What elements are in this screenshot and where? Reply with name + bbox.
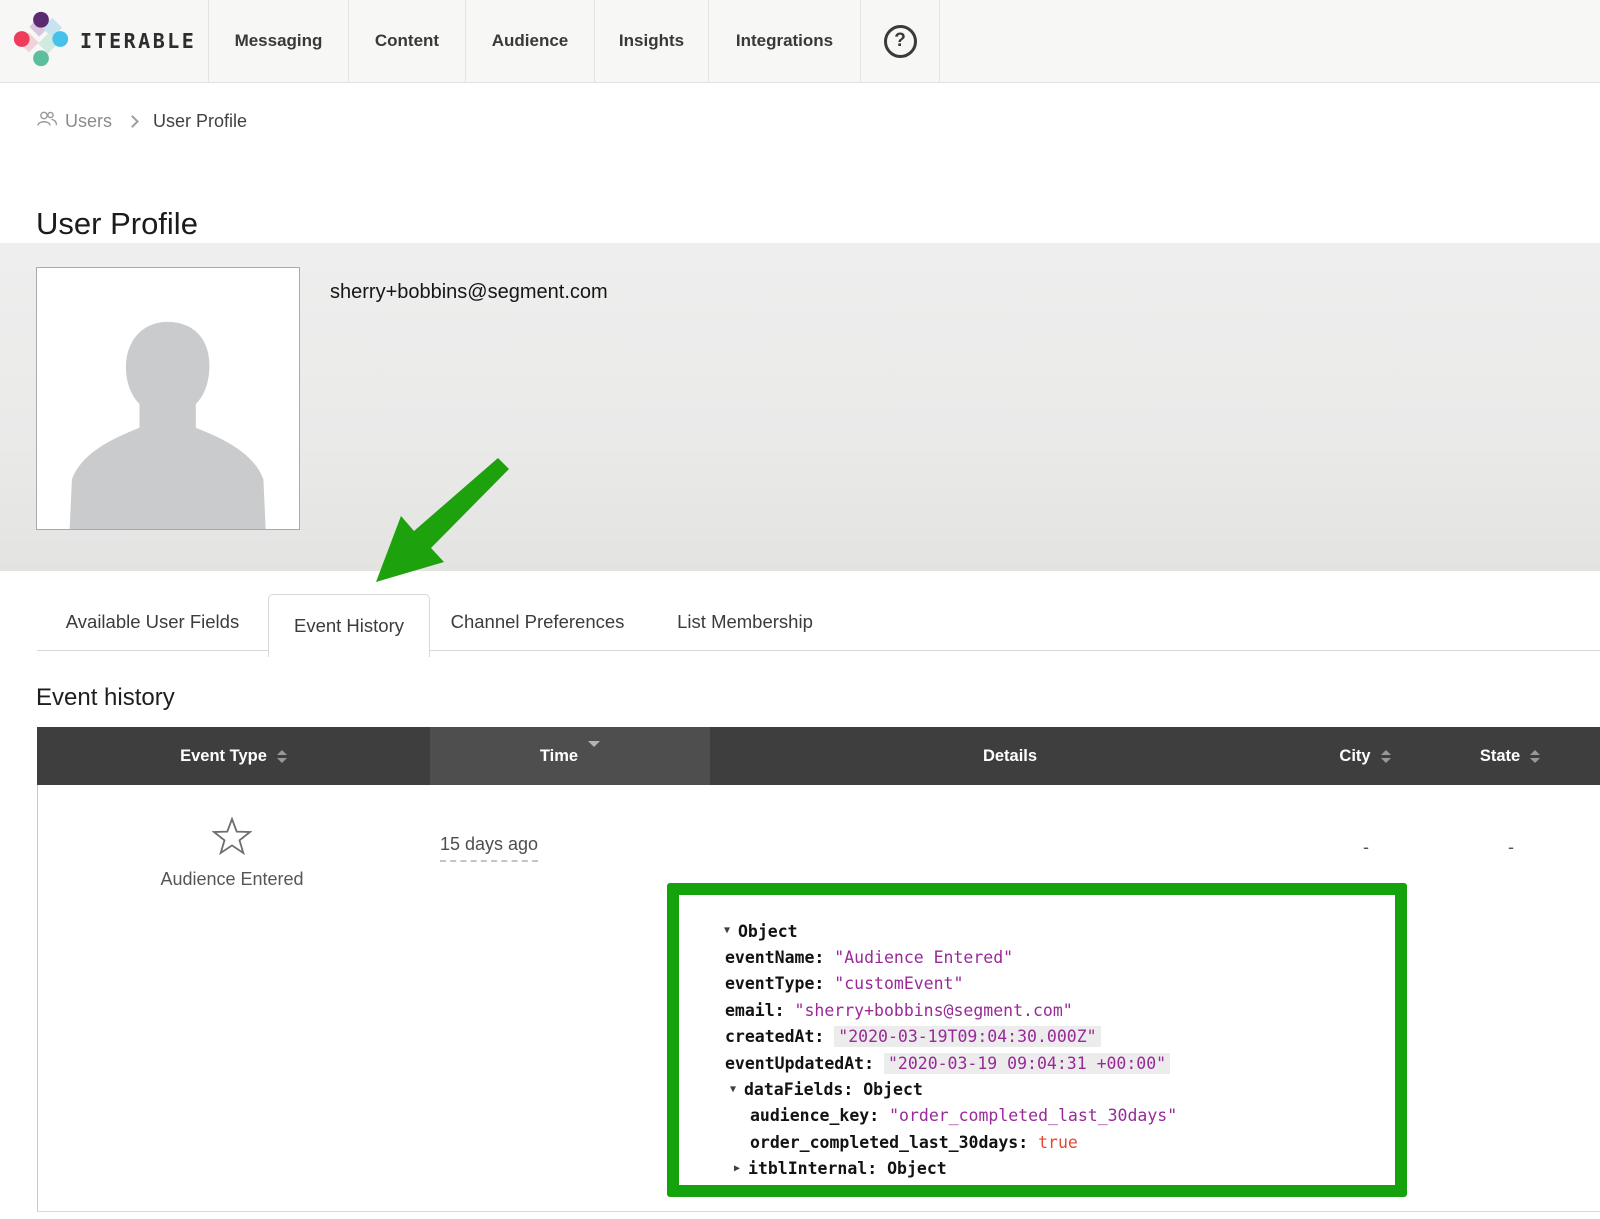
annotation-arrow — [352, 452, 518, 592]
json-key: order_completed_last_30days: — [750, 1133, 1038, 1152]
json-line-eventName: eventName: "Audience Entered" — [725, 944, 1385, 970]
event-table-row: Audience Entered 15 days ago - - ▼Object… — [37, 785, 1600, 1212]
expand-icon[interactable]: ▶ — [734, 1164, 748, 1174]
json-value: "Audience Entered" — [834, 948, 1013, 967]
nav-item-audience[interactable]: Audience — [465, 0, 594, 82]
profile-hero: sherry+bobbins@segment.com — [0, 243, 1600, 571]
event-state-value: - — [1421, 837, 1600, 858]
json-key: email: — [725, 1001, 795, 1020]
json-line-audience_key: audience_key: "order_completed_last_30da… — [750, 1103, 1385, 1129]
event-time-label[interactable]: 15 days ago — [440, 834, 538, 862]
brand-wordmark: ITERABLE — [80, 29, 196, 53]
sort-arrows-icon — [1530, 750, 1540, 763]
screen: ITERABLE MessagingContentAudienceInsight… — [0, 0, 1600, 1219]
column-header-city[interactable]: City — [1310, 727, 1420, 785]
json-key: createdAt: — [725, 1027, 834, 1046]
json-value: "2020-03-19 09:04:31 +00:00" — [884, 1053, 1170, 1074]
collapse-icon[interactable]: ▼ — [724, 926, 738, 936]
sort-desc-icon — [588, 747, 600, 766]
sort-arrows-icon — [1381, 750, 1391, 763]
column-header-time[interactable]: Time — [430, 727, 710, 785]
json-line-eventType: eventType: "customEvent" — [725, 971, 1385, 997]
sort-arrows-icon — [277, 750, 287, 763]
json-value: "sherry+bobbins@segment.com" — [795, 1001, 1073, 1020]
json-line-root: ▼Object — [724, 918, 1385, 944]
json-key: itblInternal: — [748, 1159, 887, 1178]
chevron-right-icon — [126, 115, 139, 128]
help-menu-item[interactable]: ? — [860, 0, 940, 82]
page-title: User Profile — [36, 206, 198, 242]
json-line-eventUpdatedAt: eventUpdatedAt: "2020-03-19 09:04:31 +00… — [725, 1050, 1385, 1076]
tab-event-history[interactable]: Event History — [268, 594, 430, 657]
json-value: "order_completed_last_30days" — [889, 1106, 1177, 1125]
top-navbar: ITERABLE MessagingContentAudienceInsight… — [0, 0, 1600, 83]
json-line-dataFields: ▼dataFields: Object — [730, 1076, 1385, 1102]
json-line-createdAt: createdAt: "2020-03-19T09:04:30.000Z" — [725, 1024, 1385, 1050]
event-table-header: Event Type Time Details City State — [37, 727, 1600, 785]
event-type-label: Audience Entered — [82, 869, 382, 890]
nav-item-integrations[interactable]: Integrations — [708, 0, 860, 82]
json-value: "2020-03-19T09:04:30.000Z" — [834, 1026, 1100, 1047]
column-header-state[interactable]: State — [1420, 727, 1600, 785]
json-key: eventName: — [725, 948, 834, 967]
breadcrumb-current-label: User Profile — [153, 111, 247, 132]
json-key: audience_key: — [750, 1106, 889, 1125]
json-line-itblInternal: ▶itblInternal: Object — [734, 1156, 1385, 1182]
tab-list-membership[interactable]: List Membership — [645, 594, 845, 650]
json-value: Object — [887, 1159, 947, 1178]
json-value: "customEvent" — [834, 974, 963, 993]
breadcrumb-users-link[interactable]: Users — [36, 110, 112, 132]
json-value: true — [1038, 1133, 1078, 1152]
nav-item-messaging[interactable]: Messaging — [208, 0, 348, 82]
column-label: City — [1339, 747, 1370, 766]
json-key: eventUpdatedAt: — [725, 1054, 884, 1073]
user-email: sherry+bobbins@segment.com — [330, 281, 608, 304]
event-details-json: ▼ObjecteventName: "Audience Entered"even… — [667, 883, 1407, 1197]
column-header-details: Details — [710, 727, 1310, 785]
column-label: Time — [540, 747, 578, 766]
avatar — [36, 267, 300, 530]
event-city-value: - — [1311, 837, 1421, 858]
section-heading: Event history — [36, 684, 175, 712]
breadcrumb: Users User Profile — [36, 110, 247, 132]
tab-bar: Available User FieldsEvent HistoryChanne… — [37, 594, 1600, 651]
json-value: Object — [863, 1080, 923, 1099]
json-line-email: email: "sherry+bobbins@segment.com" — [725, 997, 1385, 1023]
main-nav: MessagingContentAudienceInsightsIntegrat… — [208, 0, 860, 82]
json-line-order_completed_last_30days: order_completed_last_30days: true — [750, 1129, 1385, 1155]
tab-channel-preferences[interactable]: Channel Preferences — [430, 594, 645, 650]
column-label: State — [1480, 747, 1520, 766]
help-icon: ? — [884, 25, 917, 58]
nav-item-insights[interactable]: Insights — [594, 0, 708, 82]
column-label: Event Type — [180, 747, 267, 766]
column-header-event-type[interactable]: Event Type — [37, 727, 430, 785]
json-value: Object — [738, 922, 798, 941]
breadcrumb-root-label: Users — [65, 111, 112, 132]
tab-available-user-fields[interactable]: Available User Fields — [37, 594, 268, 650]
users-icon — [36, 110, 58, 132]
iterable-logo-icon — [13, 11, 69, 72]
json-key: dataFields: — [744, 1080, 863, 1099]
event-time: 15 days ago — [409, 834, 569, 855]
collapse-icon[interactable]: ▼ — [730, 1085, 744, 1095]
iterable-brand[interactable]: ITERABLE — [0, 0, 208, 82]
column-label: Details — [983, 747, 1037, 766]
star-icon — [212, 816, 252, 861]
json-key: eventType: — [725, 974, 834, 993]
nav-item-content[interactable]: Content — [348, 0, 465, 82]
